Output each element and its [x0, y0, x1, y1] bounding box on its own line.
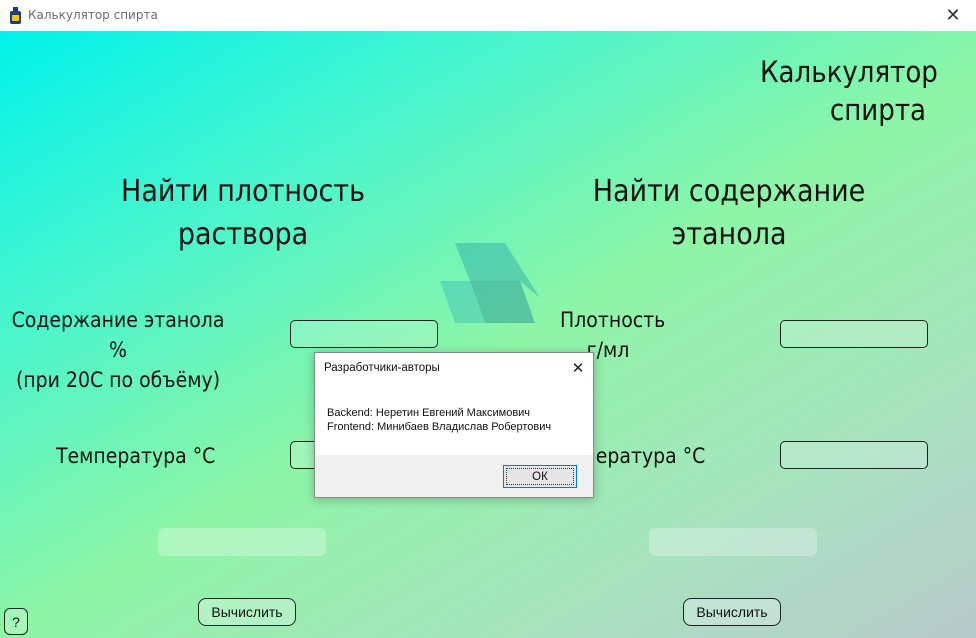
- app-heading-line1: Калькулятор: [760, 55, 938, 89]
- dialog-message: Backend: Неретин Евгений Максимович Fron…: [327, 406, 551, 434]
- left-temperature-label: Температура °С: [56, 444, 216, 468]
- dialog-footer: ОК: [315, 455, 593, 497]
- dialog-close-button[interactable]: ✕: [565, 357, 591, 379]
- ethanol-label-line1: Содержание этанола %: [11, 308, 225, 362]
- ok-button[interactable]: ОК: [503, 465, 577, 488]
- backend-author-text: Backend: Неретин Евгений Максимович: [327, 407, 531, 419]
- ethanol-result-field: [649, 528, 817, 556]
- ethanol-title-line2: этанола: [671, 217, 787, 252]
- bottle-icon: [10, 7, 21, 24]
- app-heading-line2: спирта: [829, 93, 926, 127]
- right-temperature-input[interactable]: [780, 441, 928, 469]
- ethanol-section-title: Найти содержание этанола: [586, 170, 872, 256]
- density-title-line2: раствора: [177, 217, 309, 252]
- ethanol-label-line2: (при 20С по объёму): [15, 368, 221, 392]
- density-label-line1: Плотность: [560, 308, 666, 332]
- density-result-field: [158, 528, 326, 556]
- window-close-button[interactable]: ✕: [930, 0, 976, 31]
- density-section-title: Найти плотность раствора: [100, 170, 386, 256]
- density-input[interactable]: [780, 320, 928, 348]
- authors-dialog: Разработчики-авторы ✕ Backend: Неретин Е…: [314, 352, 594, 498]
- calculate-density-button[interactable]: Вычислить: [198, 598, 296, 626]
- dialog-title: Разработчики-авторы: [324, 362, 440, 374]
- density-title-line1: Найти плотность: [121, 174, 365, 209]
- ethanol-content-input[interactable]: [290, 320, 438, 348]
- app-heading: Калькулятор спирта: [760, 53, 938, 129]
- calculate-ethanol-button[interactable]: Вычислить: [683, 598, 781, 626]
- ethanol-title-line1: Найти содержание: [592, 174, 866, 209]
- main-panel: Калькулятор спирта Найти плотность раств…: [0, 31, 976, 638]
- frontend-author-text: Frontend: Минибаев Владислав Робертович: [327, 421, 552, 433]
- window-titlebar: Калькулятор спирта ✕: [0, 0, 976, 31]
- window-title: Калькулятор спирта: [28, 8, 158, 22]
- close-icon: ✕: [571, 359, 585, 377]
- help-button[interactable]: ?: [4, 608, 28, 635]
- close-icon: ✕: [945, 5, 961, 26]
- ethanol-content-label: Содержание этанола % (при 20С по объёму): [0, 305, 236, 395]
